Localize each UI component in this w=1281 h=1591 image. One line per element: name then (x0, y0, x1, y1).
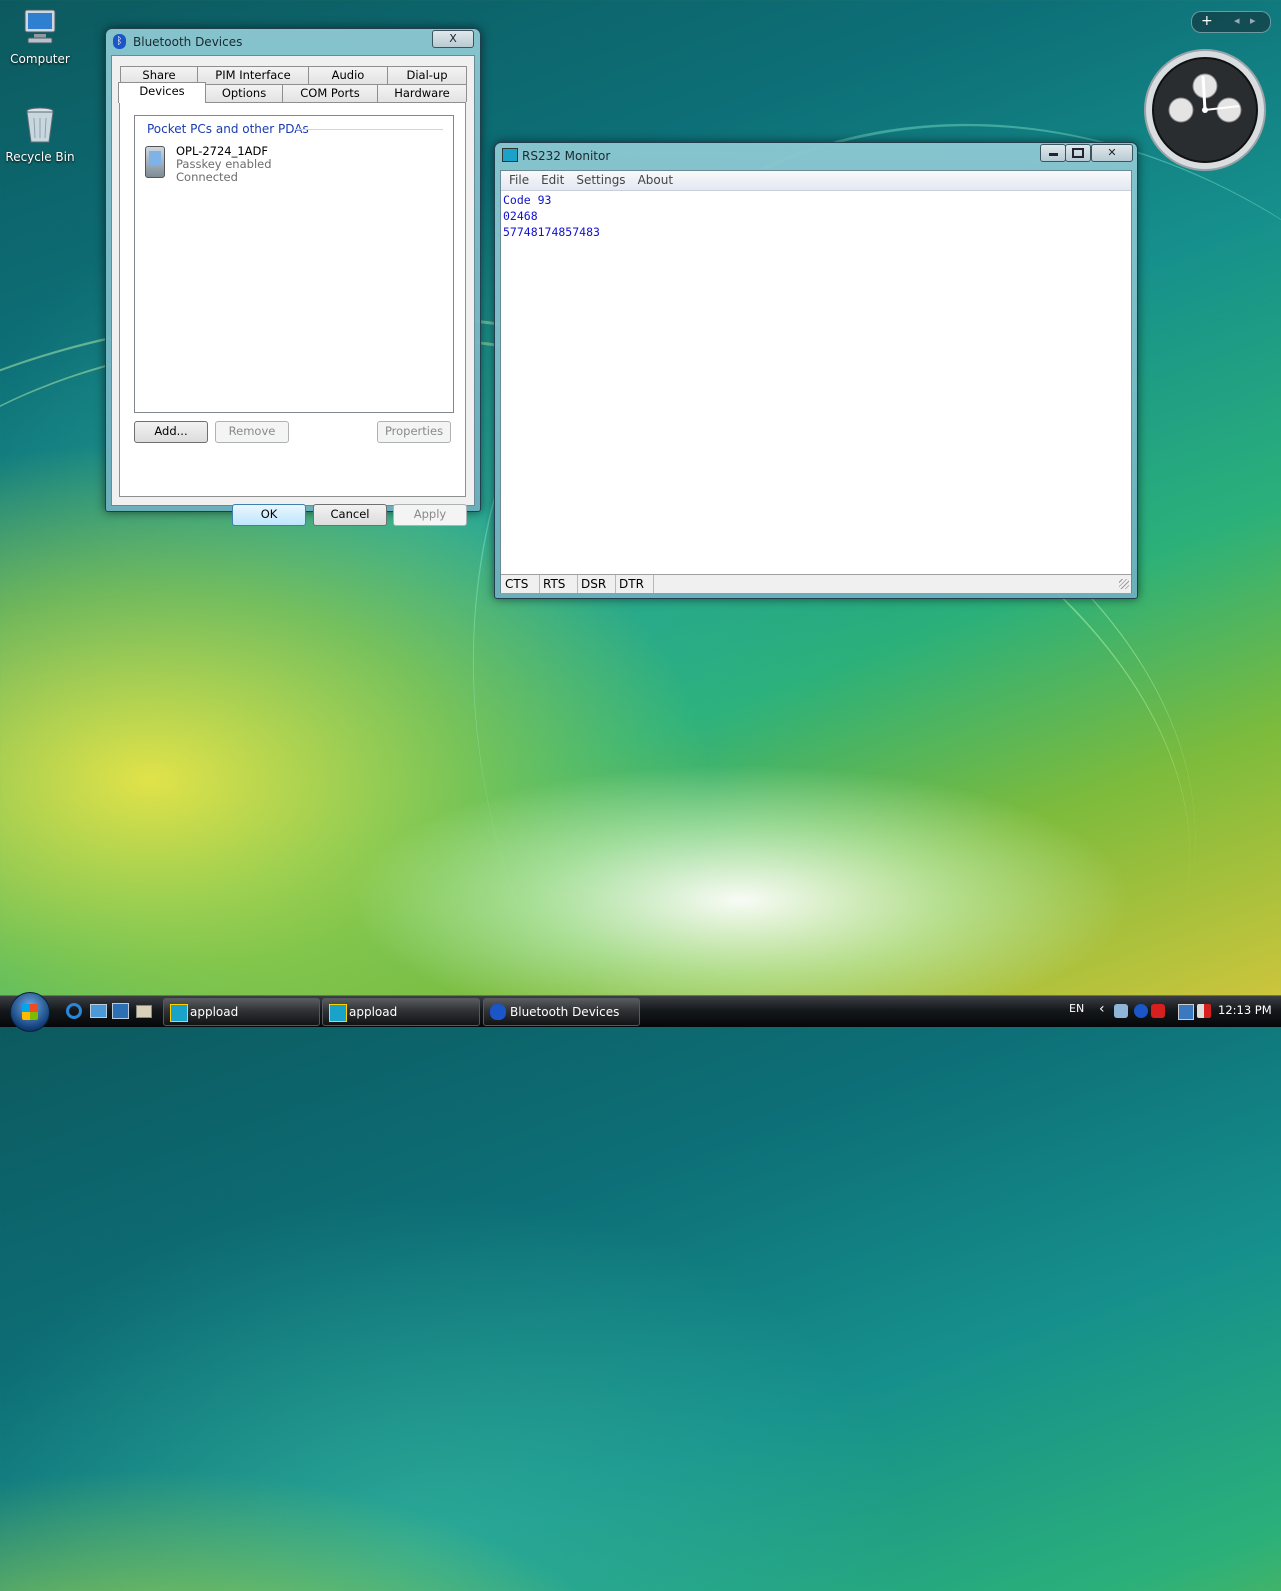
device-item[interactable]: OPL-2724_1ADF Passkey enabled Connected (141, 144, 341, 188)
gadget-prev-button[interactable]: ◂ (1234, 14, 1240, 27)
computer-icon (19, 6, 61, 48)
tab-label: Hardware (394, 86, 450, 100)
resize-grip-icon[interactable] (1119, 579, 1129, 589)
device-list[interactable]: Pocket PCs and other PDAs OPL-2724_1ADF … (134, 115, 454, 413)
menu-settings[interactable]: Settings (570, 171, 631, 189)
tab-pim-interface[interactable]: PIM Interface (197, 66, 309, 84)
menu-edit[interactable]: Edit (535, 171, 570, 189)
quicklaunch-app-icon[interactable] (136, 1005, 152, 1018)
recycle-bin-icon (19, 104, 61, 146)
tab-label: COM Ports (300, 86, 360, 100)
group-title: Pocket PCs and other PDAs (147, 122, 313, 136)
show-desktop-icon[interactable] (90, 1004, 107, 1018)
minimize-button[interactable] (1040, 144, 1066, 162)
tab-hardware[interactable]: Hardware (377, 84, 467, 102)
clock-gadget[interactable] (1143, 48, 1267, 172)
bluetooth-icon: ᛒ (113, 34, 126, 49)
device-name: OPL-2724_1ADF (176, 144, 269, 158)
cancel-button[interactable]: Cancel (313, 504, 387, 526)
appload-icon (170, 1004, 188, 1022)
gadget-toolbar: + ◂ ▸ (1191, 11, 1271, 33)
appload-icon (329, 1004, 347, 1022)
clock-time[interactable]: 12:13 PM (1218, 1003, 1272, 1017)
terminal-output[interactable]: Code 93 02468 57748174857483 (503, 192, 1127, 572)
monitor-body: File Edit Settings About Code 93 02468 5774… (500, 170, 1132, 593)
switch-windows-icon[interactable] (112, 1003, 129, 1019)
tab-label: Share (142, 68, 176, 82)
tab-devices[interactable]: Devices (118, 82, 206, 103)
tab-com-ports[interactable]: COM Ports (282, 84, 378, 102)
apply-button[interactable]: Apply (393, 504, 467, 526)
gadget-next-button[interactable]: ▸ (1250, 14, 1256, 27)
add-button[interactable]: Add... (134, 421, 208, 443)
tab-dial-up[interactable]: Dial-up (387, 66, 467, 84)
window-title: RS232 Monitor (522, 149, 611, 163)
tab-label: Devices (139, 84, 185, 98)
menu-bar: File Edit Settings About (501, 171, 1131, 191)
security-alert-icon[interactable] (1151, 1004, 1165, 1018)
titlebar[interactable]: ᛒ Bluetooth Devices X (106, 29, 480, 55)
close-button[interactable]: X (432, 30, 474, 48)
properties-button[interactable]: Properties (377, 421, 451, 443)
close-icon: X (449, 32, 457, 45)
language-indicator[interactable]: EN (1069, 1002, 1084, 1015)
close-button[interactable]: ✕ (1091, 144, 1133, 162)
network-icon[interactable] (1178, 1004, 1194, 1020)
status-dsr: DSR (577, 575, 616, 593)
group-divider (295, 129, 443, 130)
remove-button[interactable]: Remove (215, 421, 289, 443)
rs232-monitor-window[interactable]: RS232 Monitor ✕ File Edit Settings About Co… (494, 142, 1138, 599)
dialog-body: Share PIM Interface Audio Dial-up Device… (111, 55, 475, 526)
minimize-icon (1048, 153, 1058, 156)
menu-about[interactable]: About (632, 171, 679, 189)
bluetooth-icon (490, 1004, 506, 1020)
status-bar: CTS RTS DSR DTR (501, 574, 1131, 593)
device-passkey: Passkey enabled (176, 157, 272, 171)
maximize-icon (1072, 148, 1084, 158)
close-icon: ✕ (1107, 146, 1117, 159)
taskbar-button-appload[interactable]: appload (322, 998, 480, 1026)
pda-icon (145, 146, 165, 178)
monitor-app-icon (502, 148, 518, 162)
tab-label: Dial-up (406, 68, 448, 82)
tab-options[interactable]: Options (205, 84, 283, 102)
network-device-icon[interactable] (1114, 1004, 1128, 1018)
start-button[interactable] (10, 992, 50, 1032)
tab-page: Pocket PCs and other PDAs OPL-2724_1ADF … (119, 102, 466, 497)
menu-file[interactable]: File (503, 171, 535, 189)
terminal-line: 02468 (503, 209, 538, 223)
taskbar: appload appload Bluetooth Devices EN ‹ 1… (0, 992, 1281, 1032)
maximize-button[interactable] (1065, 144, 1091, 162)
task-label: Bluetooth Devices (510, 1005, 620, 1019)
status-dtr: DTR (615, 575, 654, 593)
task-label: appload (190, 1005, 239, 1019)
tab-label: Options (221, 86, 267, 100)
tab-audio[interactable]: Audio (308, 66, 388, 84)
titlebar[interactable]: RS232 Monitor ✕ (495, 143, 1137, 169)
tray-expand-icon[interactable]: ‹ (1099, 1001, 1105, 1017)
status-rts: RTS (539, 575, 578, 593)
windows-logo-icon (22, 1004, 38, 1020)
desktop-icon-label: Computer (10, 52, 70, 66)
bluetooth-devices-window[interactable]: ᛒ Bluetooth Devices X Share PIM Interfac… (105, 28, 481, 526)
window-title: Bluetooth Devices (133, 35, 243, 49)
taskbar-button-appload[interactable]: appload (163, 998, 320, 1026)
device-status: Connected (176, 170, 238, 184)
bluetooth-tray-icon[interactable] (1134, 1004, 1148, 1018)
ie-icon[interactable] (66, 1003, 82, 1019)
ok-button[interactable]: OK (232, 504, 306, 526)
clock-icon (1144, 49, 1266, 171)
terminal-line: 57748174857483 (503, 225, 600, 239)
terminal-line: Code 93 (503, 193, 552, 207)
desktop-icon-label: Recycle Bin (5, 150, 75, 164)
task-label: appload (349, 1005, 398, 1019)
desktop-icon-computer[interactable]: Computer (0, 6, 80, 66)
volume-muted-icon[interactable] (1197, 1004, 1211, 1018)
desktop-icon-recycle-bin[interactable]: Recycle Bin (0, 104, 80, 164)
tab-label: PIM Interface (215, 68, 291, 82)
add-gadget-button[interactable]: + (1201, 13, 1213, 29)
taskbar-button-bluetooth-devices[interactable]: Bluetooth Devices (483, 998, 640, 1026)
status-cts: CTS (501, 575, 540, 593)
tab-label: Audio (331, 68, 365, 82)
